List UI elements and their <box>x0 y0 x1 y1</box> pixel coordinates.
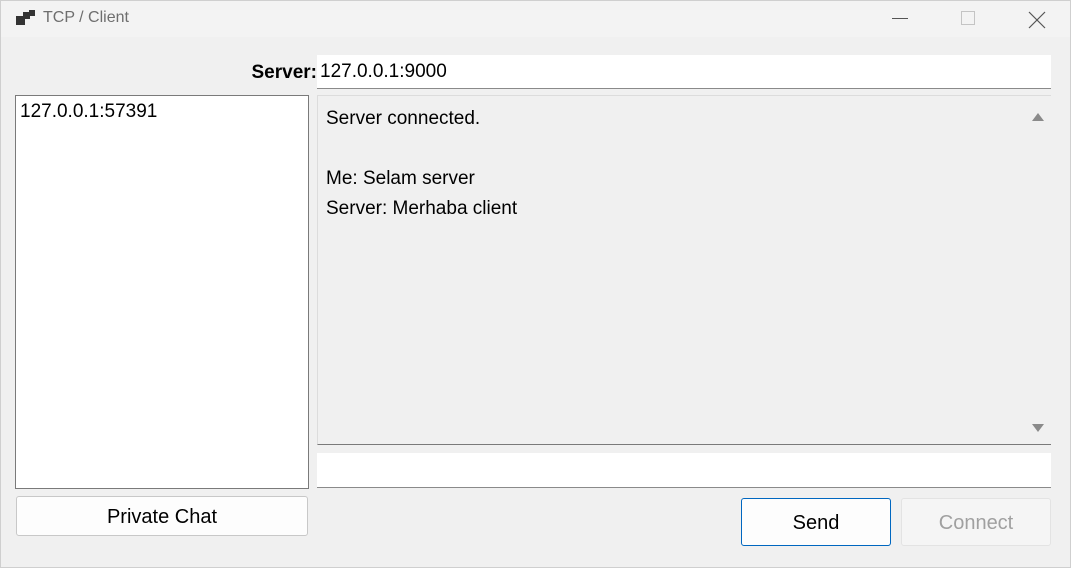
minimize-button[interactable] <box>865 1 935 37</box>
private-chat-button[interactable]: Private Chat <box>16 496 308 536</box>
server-address-input[interactable] <box>317 55 1051 89</box>
chat-lines: Server connected. Me: Selam server Serve… <box>326 104 1021 224</box>
message-input[interactable] <box>317 453 1051 488</box>
chat-line: Server: Merhaba client <box>326 198 518 219</box>
maximize-button[interactable] <box>933 1 1003 37</box>
client-list[interactable]: 127.0.0.1:57391 <box>15 95 309 489</box>
chat-scrollbar[interactable] <box>1025 96 1051 444</box>
title-bar[interactable]: TCP / Client <box>1 1 1070 37</box>
chat-line: Server connected. <box>326 108 481 129</box>
chat-line <box>326 134 1021 164</box>
close-icon <box>1028 11 1046 29</box>
scroll-up-arrow-icon[interactable] <box>1032 106 1044 125</box>
close-button[interactable] <box>1002 1 1071 37</box>
app-icon <box>16 10 36 26</box>
window-title: TCP / Client <box>43 9 129 26</box>
minimize-icon <box>892 18 908 19</box>
maximize-icon <box>961 11 975 25</box>
scroll-down-arrow-icon[interactable] <box>1032 417 1044 436</box>
client-list-item[interactable]: 127.0.0.1:57391 <box>16 96 308 128</box>
chat-line: Me: Selam server <box>326 168 475 189</box>
send-button[interactable]: Send <box>741 498 891 546</box>
server-label: Server: <box>251 62 318 83</box>
client-window: TCP / Client Server: 127.0.0.1:57391 Ser… <box>0 0 1071 568</box>
chat-log[interactable]: Server connected. Me: Selam server Serve… <box>317 95 1051 445</box>
connect-button[interactable]: Connect <box>901 498 1051 546</box>
